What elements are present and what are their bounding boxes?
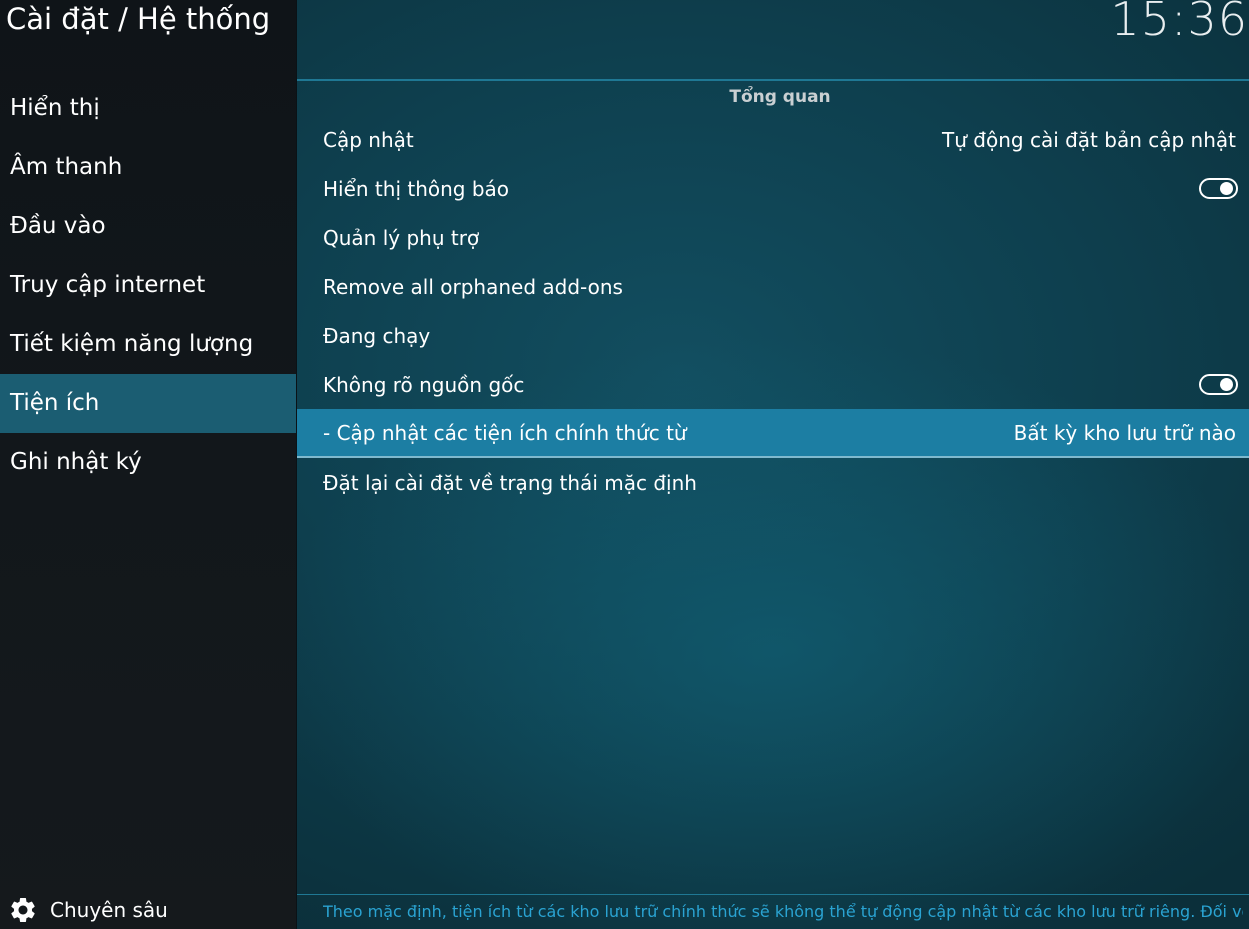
sidebar-item-addons[interactable]: Tiện ích bbox=[0, 374, 296, 433]
setting-unknown-sources[interactable]: Không rõ nguồn gốc bbox=[297, 360, 1249, 409]
sidebar-item-display[interactable]: Hiển thị bbox=[0, 79, 296, 138]
toggle-switch[interactable] bbox=[1199, 374, 1238, 395]
setting-label: Đang chạy bbox=[323, 323, 431, 348]
setting-label: Cập nhật bbox=[323, 127, 414, 152]
setting-value: Bất kỳ kho lưu trữ nào bbox=[1013, 420, 1236, 445]
settings-level-label: Chuyên sâu bbox=[50, 898, 168, 922]
sidebar-item-logging[interactable]: Ghi nhật ký bbox=[0, 433, 296, 492]
settings-window: Cài đặt / Hệ thống Hiển thị Âm thanh Đầu… bbox=[0, 0, 1249, 929]
sidebar: Cài đặt / Hệ thống Hiển thị Âm thanh Đầu… bbox=[0, 0, 296, 929]
setting-label: Hiển thị thông báo bbox=[323, 176, 510, 201]
setting-running[interactable]: Đang chạy bbox=[297, 311, 1249, 360]
page-title: Cài đặt / Hệ thống bbox=[6, 2, 271, 36]
settings-panel: 15:36 Tổng quan Cập nhật Tự động cài đặt… bbox=[297, 0, 1249, 929]
toggle-knob bbox=[1220, 182, 1233, 195]
setting-updates[interactable]: Cập nhật Tự động cài đặt bản cập nhật bbox=[297, 115, 1249, 164]
setting-reset-to-default[interactable]: Đặt lại cài đặt về trạng thái mặc định bbox=[297, 458, 1249, 507]
gear-icon bbox=[11, 897, 35, 922]
settings-level-button[interactable]: Chuyên sâu bbox=[8, 893, 168, 927]
sidebar-item-internet-access[interactable]: Truy cập internet bbox=[0, 256, 296, 315]
footer-divider bbox=[297, 894, 1249, 895]
setting-manage-dependencies[interactable]: Quản lý phụ trợ bbox=[297, 213, 1249, 262]
sidebar-item-power-saving[interactable]: Tiết kiệm năng lượng bbox=[0, 315, 296, 374]
setting-value: Tự động cài đặt bản cập nhật bbox=[942, 127, 1236, 152]
settings-list: Cập nhật Tự động cài đặt bản cập nhật Hi… bbox=[297, 115, 1249, 507]
setting-label: Đặt lại cài đặt về trạng thái mặc định bbox=[323, 470, 697, 495]
sidebar-menu: Hiển thị Âm thanh Đầu vào Truy cập inter… bbox=[0, 79, 296, 492]
header-divider bbox=[297, 79, 1249, 81]
setting-show-notifications[interactable]: Hiển thị thông báo bbox=[297, 164, 1249, 213]
setting-label: Remove all orphaned add-ons bbox=[323, 274, 623, 299]
clock: 15:36 bbox=[1110, 0, 1248, 46]
section-header: Tổng quan bbox=[729, 87, 831, 107]
sidebar-item-input[interactable]: Đầu vào bbox=[0, 197, 296, 256]
setting-description: Theo mặc định, tiện ích từ các kho lưu t… bbox=[323, 902, 1243, 921]
setting-label: Quản lý phụ trợ bbox=[323, 225, 480, 250]
toggle-switch[interactable] bbox=[1199, 178, 1238, 199]
setting-label: Không rõ nguồn gốc bbox=[323, 372, 525, 397]
toggle-knob bbox=[1220, 378, 1233, 391]
sidebar-item-audio[interactable]: Âm thanh bbox=[0, 138, 296, 197]
setting-update-official-addons-from[interactable]: - Cập nhật các tiện ích chính thức từ Bấ… bbox=[297, 409, 1249, 458]
setting-label: - Cập nhật các tiện ích chính thức từ bbox=[323, 420, 687, 445]
setting-remove-orphaned-addons[interactable]: Remove all orphaned add-ons bbox=[297, 262, 1249, 311]
